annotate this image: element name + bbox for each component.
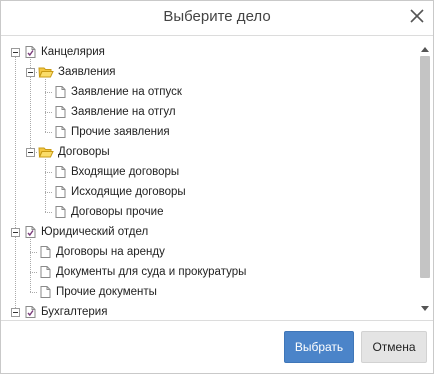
tree-node[interactable]: Входящие договоры	[53, 162, 179, 182]
collapse-toggle-icon[interactable]	[11, 308, 20, 317]
tree-connector-line	[30, 272, 37, 273]
tree-connector-line	[15, 52, 16, 312]
tree-node-label: Заявление на отгул	[71, 106, 176, 118]
tree-connector-line	[45, 212, 52, 213]
cancel-button[interactable]: Отмена	[361, 331, 427, 363]
tree-node-label: Бухгалтерия	[41, 306, 108, 318]
tree-node-label: Канцелярия	[41, 46, 105, 58]
tree-connector-line	[30, 292, 37, 293]
select-case-dialog: Выберите дело Канцелярия Заявления Заявлен…	[0, 0, 434, 374]
document-icon	[53, 125, 67, 139]
select-button[interactable]: Выбрать	[284, 331, 354, 363]
scroll-up-arrow-icon[interactable]	[419, 42, 431, 52]
tree-connector-line	[45, 192, 52, 193]
tree-node[interactable]: Юридический отдел	[23, 222, 148, 242]
collapse-toggle-icon[interactable]	[26, 68, 35, 77]
tree-node[interactable]: Заявление на отгул	[53, 102, 176, 122]
document-icon	[53, 105, 67, 119]
dialog-title: Выберите дело	[163, 8, 271, 25]
tree-connector-line	[45, 159, 46, 212]
dialog-footer: Выбрать Отмена	[1, 320, 433, 373]
tree-node[interactable]: Договоры на аренду	[38, 242, 165, 262]
tree-node[interactable]: Договоры	[38, 142, 110, 162]
tree-node-label: Документы для суда и прокуратуры	[56, 266, 247, 278]
tree-node[interactable]: Заявление на отпуск	[53, 82, 182, 102]
tree-connector-line	[30, 252, 37, 253]
case-tree[interactable]: Канцелярия Заявления Заявление на отпуск За…	[1, 36, 415, 320]
tree-node-label: Юридический отдел	[41, 226, 149, 238]
tree-connector-line	[30, 239, 31, 292]
tree-node-label: Прочие заявления	[71, 126, 170, 138]
tree-connector-line	[45, 172, 52, 173]
tree-node-label: Входящие договоры	[71, 166, 180, 178]
tree-node[interactable]: Бухгалтерия	[23, 302, 107, 320]
tree-panel: Канцелярия Заявления Заявление на отпуск За…	[1, 35, 433, 320]
close-icon[interactable]	[407, 6, 427, 26]
tree-connector-line	[45, 92, 52, 93]
folder-doc-icon	[23, 45, 37, 59]
scrollbar-thumb[interactable]	[420, 56, 430, 278]
folder-doc-icon	[23, 305, 37, 319]
tree-node-label: Заявления	[58, 66, 116, 78]
tree-node-label: Договоры на аренду	[56, 246, 165, 258]
tree-node-label: Прочие документы	[56, 286, 157, 298]
tree-node[interactable]: Документы для суда и прокуратуры	[38, 262, 246, 282]
tree-node[interactable]: Заявления	[38, 62, 116, 82]
tree-node[interactable]: Договоры прочие	[53, 202, 163, 222]
folder-open-icon	[38, 65, 54, 79]
scroll-down-arrow-icon[interactable]	[419, 300, 431, 311]
tree-node-label: Исходящие договоры	[71, 186, 186, 198]
tree-node[interactable]: Канцелярия	[23, 42, 105, 62]
folder-doc-icon	[23, 225, 37, 239]
document-icon	[38, 245, 52, 259]
tree-node-label: Заявление на отпуск	[71, 86, 182, 98]
tree-connector-line	[45, 112, 52, 113]
collapse-toggle-icon[interactable]	[11, 228, 20, 237]
tree-node[interactable]: Исходящие договоры	[53, 182, 186, 202]
tree-node[interactable]: Прочие заявления	[53, 122, 170, 142]
tree-node[interactable]: Прочие документы	[38, 282, 157, 302]
document-icon	[38, 285, 52, 299]
collapse-toggle-icon[interactable]	[26, 148, 35, 157]
document-icon	[38, 265, 52, 279]
document-icon	[53, 85, 67, 99]
collapse-toggle-icon[interactable]	[11, 48, 20, 57]
document-icon	[53, 185, 67, 199]
document-icon	[53, 205, 67, 219]
vertical-scrollbar[interactable]	[419, 42, 431, 311]
tree-node-label: Договоры	[58, 146, 110, 158]
document-icon	[53, 165, 67, 179]
tree-node-label: Договоры прочие	[71, 206, 164, 218]
folder-open-icon	[38, 145, 54, 159]
tree-connector-line	[45, 132, 52, 133]
tree-connector-line	[45, 79, 46, 132]
